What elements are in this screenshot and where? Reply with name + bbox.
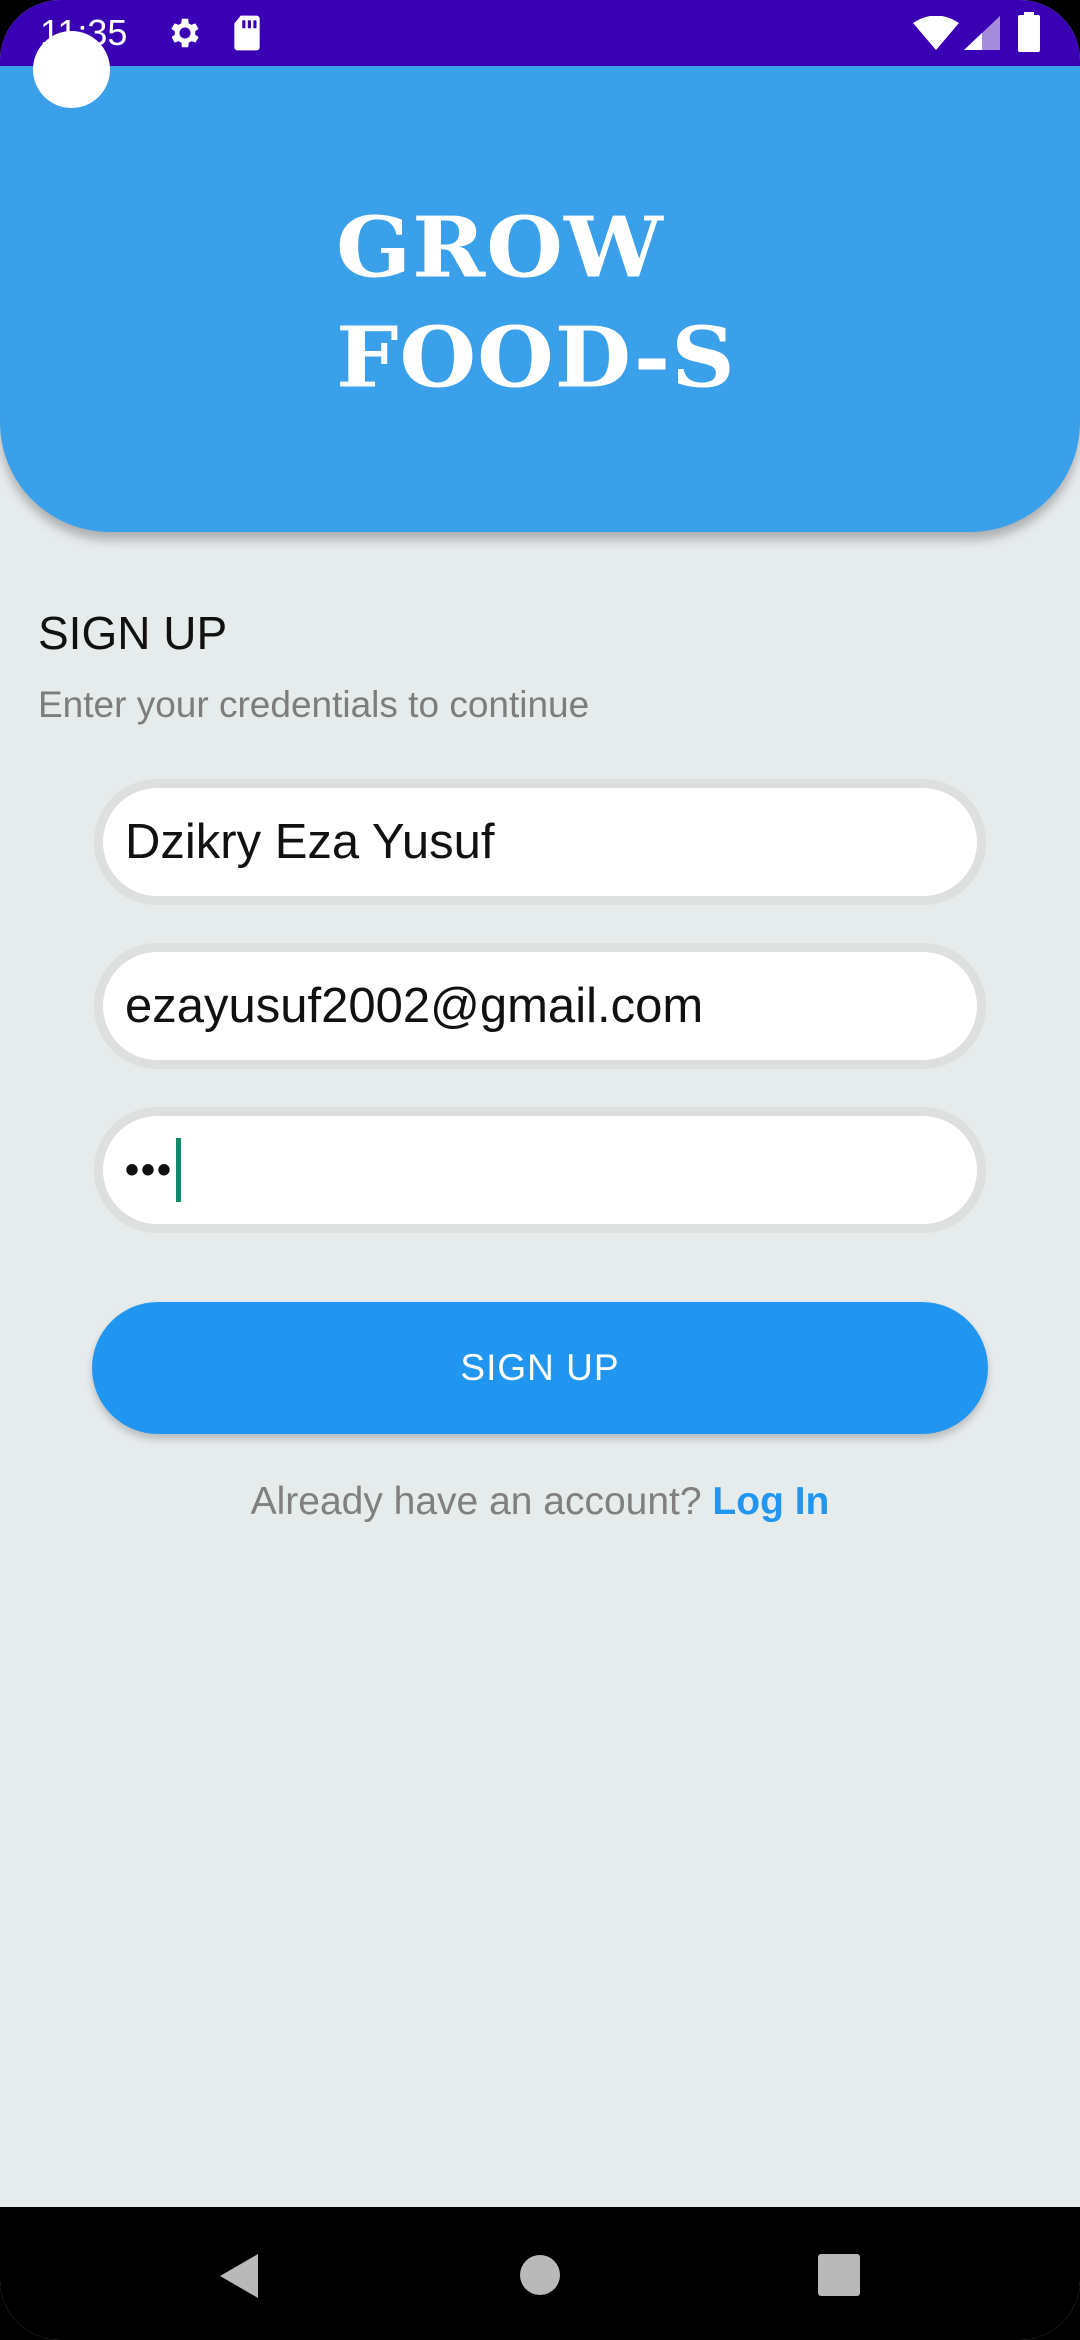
email-field[interactable]: ezayusuf2002@gmail.com [94,943,986,1069]
home-icon[interactable] [519,2254,561,2296]
recents-icon[interactable] [818,2254,860,2296]
email-field-value: ezayusuf2002@gmail.com [125,979,704,1033]
login-prompt: Already have an account? Log In [0,1480,1080,1524]
logo-line-2: FOOD-S [336,307,736,407]
login-prompt-text: Already have an account? [250,1480,713,1523]
signup-button[interactable]: SIGN UP [92,1302,988,1434]
text-cursor [176,1138,182,1202]
header-banner: GROW FOOD-S [0,66,1080,532]
page-subtitle: Enter your credentials to continue [38,684,590,725]
sd-card-icon [234,15,260,51]
logo-line-1: GROW [336,197,664,297]
phone-screen: 11:35 GROW FOOD-S SIGN UP Enter y [0,0,1080,2340]
name-field-value: Dzikry Eza Yusuf [125,815,495,869]
signal-icon [964,16,1000,50]
name-field[interactable]: Dzikry Eza Yusuf [94,779,986,905]
page-title: SIGN UP [38,607,228,659]
password-field-value: ••• [125,1147,174,1192]
floating-overlay-dot[interactable] [33,31,110,108]
gear-icon [171,18,199,48]
status-bar: 11:35 [0,0,1080,66]
app-logo: GROW FOOD-S [336,192,736,412]
battery-icon [1018,12,1040,52]
login-link[interactable]: Log In [712,1480,829,1523]
wifi-icon [913,16,959,50]
password-field[interactable]: ••• [94,1107,986,1233]
back-icon[interactable] [218,2252,262,2300]
